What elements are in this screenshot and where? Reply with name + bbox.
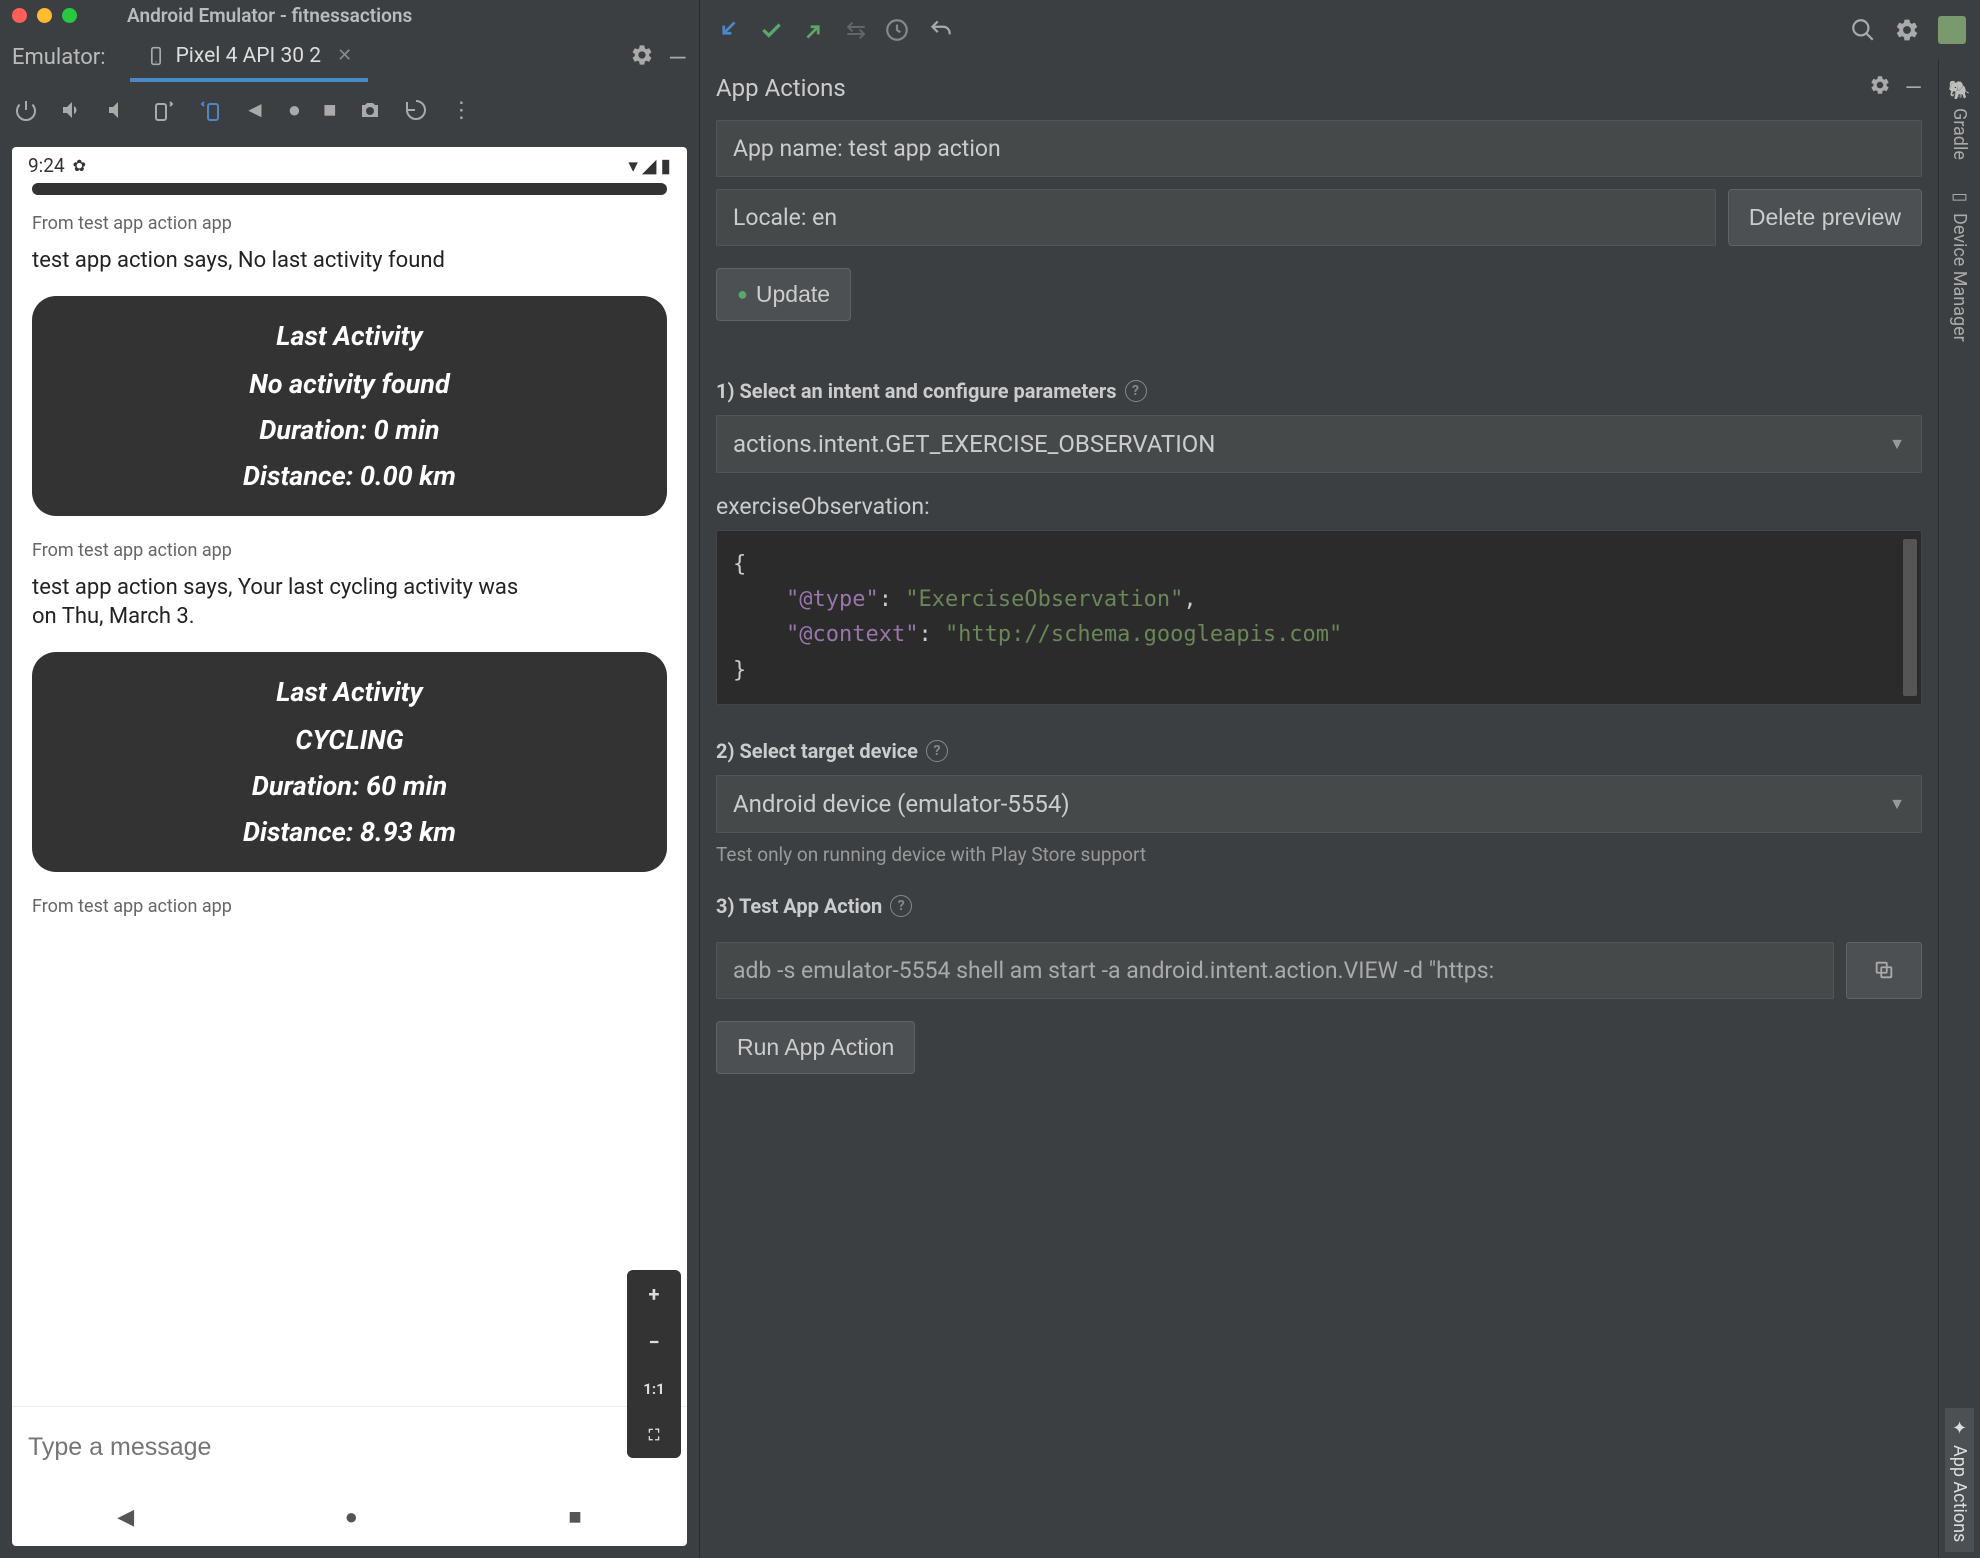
volume-down-icon[interactable] xyxy=(106,98,130,122)
settings-icon[interactable] xyxy=(1894,17,1920,43)
chat-message: test app action says, No last activity f… xyxy=(32,246,667,276)
activity-card: Last Activity CYCLING Duration: 60 min D… xyxy=(32,652,667,872)
home-icon[interactable]: ● xyxy=(288,97,301,123)
tab-gradle[interactable]: 🐘 Gradle xyxy=(1945,70,1974,170)
delete-preview-button[interactable]: Delete preview xyxy=(1728,189,1922,246)
volume-up-icon[interactable] xyxy=(60,98,84,122)
intent-select[interactable]: actions.intent.GET_EXERCISE_OBSERVATION … xyxy=(716,415,1922,473)
emulator-device-tab[interactable]: Pixel 4 API 30 2 ✕ xyxy=(130,34,369,82)
app-name-field[interactable]: App name: test app action xyxy=(716,120,1922,177)
rotate-right-icon[interactable] xyxy=(198,98,222,122)
power-icon[interactable] xyxy=(14,98,38,122)
locale-field[interactable]: Locale: en xyxy=(716,189,1716,246)
tab-device-manager[interactable]: ▭ Device Manager xyxy=(1945,176,1974,352)
panel-minimize-icon[interactable]: — xyxy=(1905,76,1922,101)
window-title: Android Emulator - fitnessactions xyxy=(127,4,412,27)
chevron-down-icon: ▼ xyxy=(1889,434,1905,454)
step3-label: 3) Test App Action ? xyxy=(716,894,1922,918)
message-input[interactable] xyxy=(28,1433,671,1462)
maximize-window-button[interactable] xyxy=(62,8,77,23)
emulator-titlebar: Android Emulator - fitnessactions xyxy=(0,0,699,30)
from-label: From test app action app xyxy=(32,213,667,234)
gradle-icon: 🐘 xyxy=(1949,80,1970,102)
zoom-in-button[interactable]: + xyxy=(627,1270,681,1318)
help-icon[interactable]: ? xyxy=(926,740,948,762)
tab-app-actions[interactable]: ✦ App Actions xyxy=(1945,1408,1974,1552)
check-icon[interactable] xyxy=(758,17,784,43)
param-label: exerciseObservation: xyxy=(716,493,1922,520)
device-manager-icon: ▭ xyxy=(1949,186,1970,207)
copy-button[interactable] xyxy=(1846,942,1922,999)
minimize-panel-icon[interactable]: — xyxy=(668,44,687,72)
device-select[interactable]: Android device (emulator-5554) ▼ xyxy=(716,775,1922,833)
status-time: 9:24 xyxy=(28,154,65,177)
check-circle-icon: ● xyxy=(737,284,748,305)
close-tab-icon[interactable]: ✕ xyxy=(337,45,352,66)
camera-icon[interactable] xyxy=(358,98,382,122)
adb-command-field[interactable]: adb -s emulator-5554 shell am start -a a… xyxy=(716,942,1834,999)
arrow-out-icon[interactable] xyxy=(802,17,828,43)
chevron-down-icon: ▼ xyxy=(1889,794,1905,814)
back-icon[interactable]: ◄ xyxy=(244,97,266,123)
status-settings-icon: ✿ xyxy=(73,156,86,175)
nav-back-icon[interactable]: ◀ xyxy=(117,1505,134,1530)
help-icon[interactable]: ? xyxy=(890,895,912,917)
json-editor[interactable]: { "@type": "ExerciseObservation", "@cont… xyxy=(716,530,1922,705)
arrow-in-icon[interactable] xyxy=(714,17,740,43)
search-icon[interactable] xyxy=(1850,17,1876,43)
scrollbar[interactable] xyxy=(1903,539,1917,696)
activity-card: Last Activity No activity found Duration… xyxy=(32,296,667,516)
overview-icon[interactable]: ■ xyxy=(323,97,336,123)
zoom-out-button[interactable]: − xyxy=(627,1318,681,1366)
update-button[interactable]: ● Update xyxy=(716,268,851,321)
from-label: From test app action app xyxy=(32,540,667,561)
phone-screen: 9:24 ✿ ▾ ◢ ▮ From test app action app te… xyxy=(12,147,687,1546)
snapshot-icon[interactable] xyxy=(404,98,428,122)
more-icon[interactable]: ⋮ xyxy=(450,98,472,123)
battery-icon: ▮ xyxy=(661,154,671,177)
nav-overview-icon[interactable]: ■ xyxy=(568,1504,581,1530)
close-window-button[interactable] xyxy=(12,8,27,23)
emulator-settings-icon[interactable] xyxy=(630,43,654,73)
wifi-icon: ▾ xyxy=(628,154,638,177)
panel-settings-icon[interactable] xyxy=(1869,74,1891,102)
zoom-fit-button[interactable]: ⛶ xyxy=(627,1412,681,1458)
zoom-ratio-button[interactable]: 1:1 xyxy=(627,1366,681,1412)
nav-home-icon[interactable]: ● xyxy=(345,1504,358,1530)
from-label: From test app action app xyxy=(32,896,667,917)
avatar[interactable] xyxy=(1938,16,1966,44)
chat-message: test app action says, Your last cycling … xyxy=(32,573,532,632)
emulator-label: Emulator: xyxy=(12,45,106,70)
rotate-left-icon[interactable] xyxy=(152,98,176,122)
sync-disabled-icon[interactable]: ⇆ xyxy=(846,16,866,44)
zoom-controls: + − 1:1 ⛶ xyxy=(627,1270,681,1458)
signal-icon: ◢ xyxy=(642,154,657,177)
minimize-window-button[interactable] xyxy=(37,8,52,23)
step2-label: 2) Select target device ? xyxy=(716,739,1922,763)
device-hint: Test only on running device with Play St… xyxy=(716,843,1922,866)
panel-title: App Actions xyxy=(716,74,846,102)
help-icon[interactable]: ? xyxy=(1125,380,1147,402)
undo-icon[interactable] xyxy=(928,17,954,43)
step1-label: 1) Select an intent and configure parame… xyxy=(716,379,1922,403)
app-actions-icon: ✦ xyxy=(1949,1418,1970,1439)
clock-icon[interactable] xyxy=(884,17,910,43)
run-app-action-button[interactable]: Run App Action xyxy=(716,1021,915,1074)
